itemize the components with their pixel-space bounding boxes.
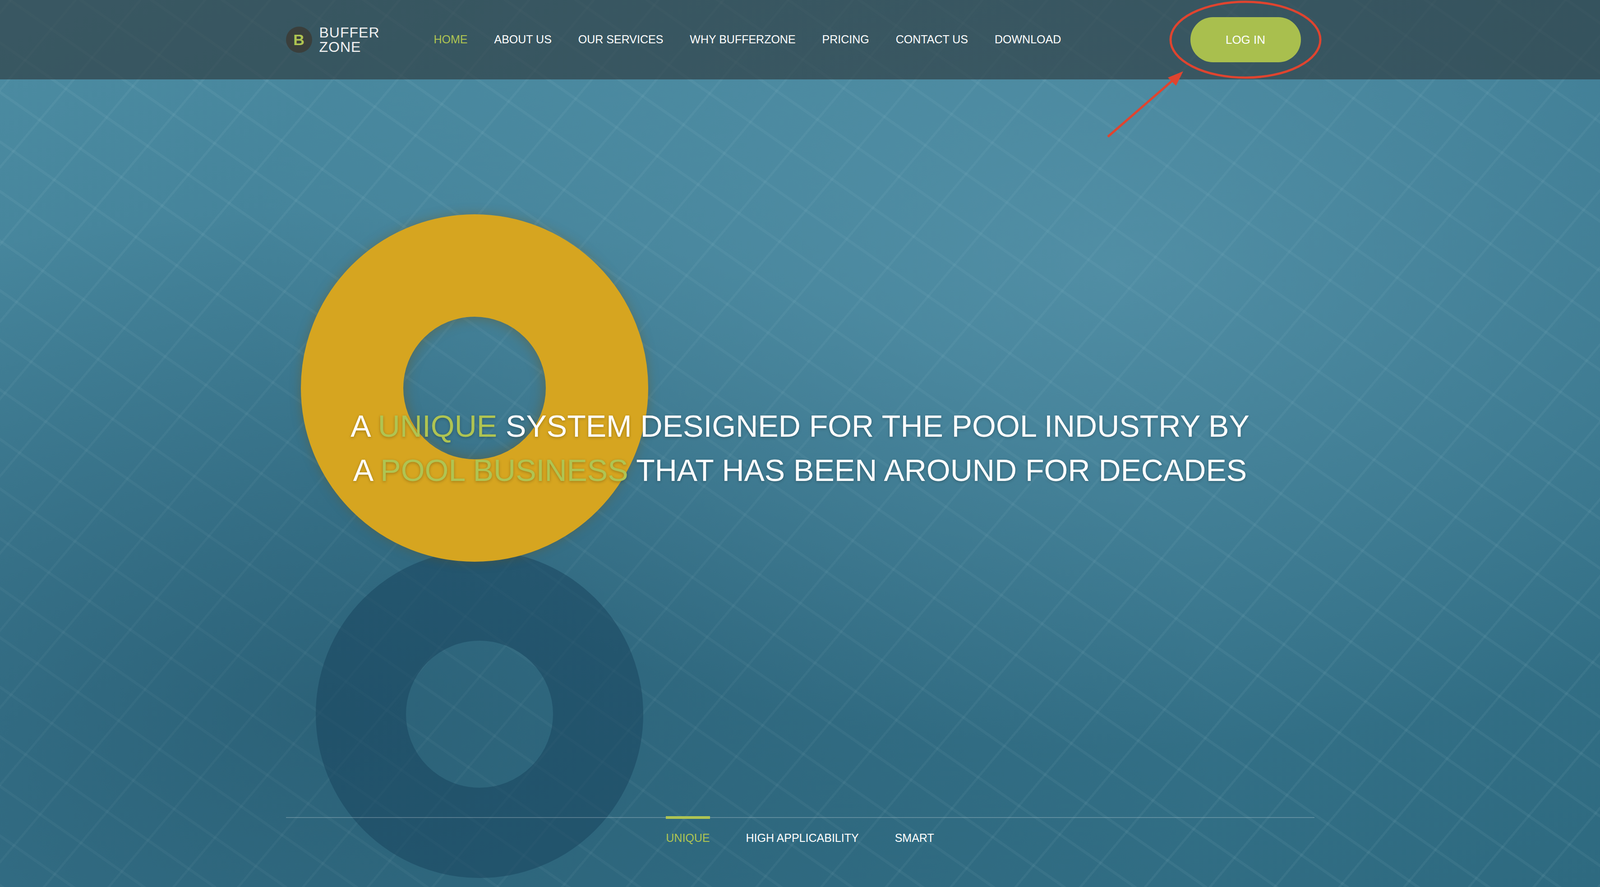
nav-link-item[interactable]: HOME [433, 31, 468, 49]
headline-segment: A [350, 408, 379, 443]
headline-line: A UNIQUE SYSTEM DESIGNED FOR THE POOL IN… [350, 403, 1250, 449]
headline-segment: POOL BUSINESS [380, 452, 628, 488]
feature-tab[interactable]: HIGH APPLICABILITY [746, 817, 859, 847]
headline-line: A POOL BUSINESS THAT HAS BEEN AROUND FOR… [350, 447, 1250, 493]
feature-tabs: UNIQUE HIGH APPLICABILITY SMART [285, 816, 1315, 847]
nav-link-item[interactable]: CONTACT US [895, 31, 969, 49]
logo-line: ZONE [319, 39, 380, 55]
ring-shadow [315, 550, 644, 878]
nav-link-item[interactable]: OUR SERVICES [578, 31, 664, 49]
swim-ring [300, 214, 649, 562]
headline: A UNIQUE SYSTEM DESIGNED FOR THE POOL IN… [350, 403, 1250, 493]
main-menu: HOME ABOUT US OUR SERVICES WHY BUFFERZONE PR… [433, 31, 1062, 49]
hero-background: BBUFFERZONE HOMEABOUT USOUR SERVICESWHY … [0, 0, 1600, 887]
nav-link-item[interactable]: DOWNLOAD [994, 31, 1061, 49]
headline-segment: THAT HAS BEEN AROUND FOR DECADES [628, 452, 1248, 488]
highlight-annotation [1100, 0, 1353, 155]
logo[interactable]: BBUFFERZONE [285, 25, 380, 55]
top-navbar: BBUFFERZONE HOMEABOUT USOUR SERVICESWHY … [0, 0, 1600, 80]
headline-segment: A [353, 452, 381, 488]
nav-link-item[interactable]: PRICING [822, 31, 870, 49]
feature-tab[interactable]: SMART [894, 817, 935, 847]
logo-text: BUFFERZONE [319, 25, 380, 55]
nav-link-item[interactable]: ABOUT US [494, 31, 552, 49]
headline-segment: SYSTEM DESIGNED FOR THE POOL INDUSTRY BY [497, 408, 1250, 443]
nav-link-item[interactable]: WHY BUFFERZONE [689, 31, 796, 49]
logo-icon: B [285, 26, 313, 53]
headline-segment: UNIQUE [378, 408, 498, 443]
logo-line: BUFFER [319, 25, 380, 40]
feature-tab[interactable]: UNIQUE [665, 817, 710, 847]
login-button[interactable]: LOG IN [1190, 17, 1301, 63]
